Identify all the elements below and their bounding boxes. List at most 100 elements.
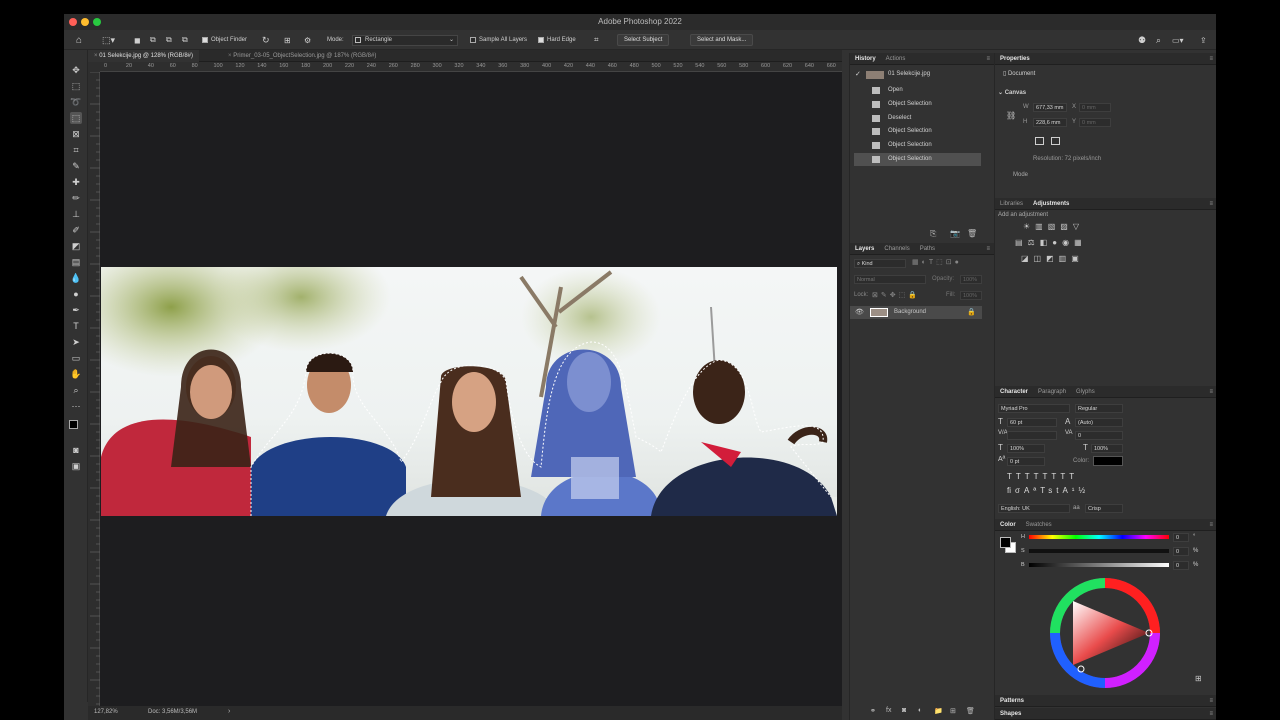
share-workspace-icon[interactable]: ⚉ — [1138, 30, 1146, 50]
brush-tool-icon[interactable]: ✏ — [70, 192, 82, 204]
document-tab-inactive[interactable]: × Primer_03-05_ObjectSelection.jpg @ 187… — [222, 50, 382, 62]
quick-mask-icon[interactable]: ◙ — [70, 444, 82, 456]
screen-mode-icon[interactable]: ▣ — [70, 460, 82, 472]
path-selection-tool-icon[interactable]: ➤ — [70, 336, 82, 348]
hue-field[interactable]: 0 — [1173, 533, 1189, 542]
history-item[interactable]: Object Selection — [854, 98, 981, 111]
opentype-buttons[interactable]: ﬁσAªTstA¹½ — [1007, 486, 1089, 495]
eyedropper-tool-icon[interactable]: ✎ — [70, 160, 82, 172]
y-field[interactable]: 0 mm — [1079, 118, 1111, 127]
zoom-level[interactable]: 127,82% — [94, 709, 118, 715]
expand-panel-icon[interactable]: ⊞ — [1195, 674, 1202, 683]
fill-field[interactable]: 100% — [960, 291, 982, 300]
text-color-swatch[interactable] — [1093, 456, 1123, 466]
adjustment-icons-row3[interactable]: ◪◫◩▥▣ — [1021, 254, 1084, 263]
tab-glyphs[interactable]: Glyphs — [1071, 389, 1100, 395]
tab-properties[interactable]: Properties — [995, 56, 1035, 62]
hard-edge-checkbox[interactable]: Hard Edge — [538, 30, 576, 50]
healing-brush-tool-icon[interactable]: ✚ — [70, 176, 82, 188]
object-selection-tool-preset-icon[interactable]: ⬚▾ — [102, 30, 115, 50]
panel-menu-icon[interactable]: ≡ — [986, 56, 990, 62]
gear-icon[interactable]: ⚙ — [304, 30, 311, 50]
language-select[interactable]: English: UK — [998, 504, 1070, 513]
lasso-tool-icon[interactable]: ➰ — [70, 96, 82, 108]
eraser-tool-icon[interactable]: ◩ — [70, 240, 82, 252]
trash-icon[interactable]: 🗑 — [966, 707, 975, 715]
history-item[interactable]: Object Selection — [854, 125, 981, 138]
anti-alias-select[interactable]: Crisp — [1085, 504, 1123, 513]
tab-character[interactable]: Character — [995, 389, 1033, 395]
font-size-field[interactable]: 60 pt — [1007, 418, 1057, 427]
rectangle-tool-icon[interactable]: ▭ — [70, 352, 82, 364]
photo-people-group[interactable] — [101, 267, 837, 516]
search-icon[interactable]: ⌕ — [1156, 30, 1161, 50]
x-field[interactable]: 0 mm — [1079, 103, 1111, 112]
panel-menu-icon[interactable]: ≡ — [1209, 711, 1213, 717]
horizontal-scale-field[interactable]: 100% — [1091, 444, 1123, 453]
refresh-icon[interactable]: ↻ — [262, 30, 270, 50]
layer-row-background[interactable]: 👁 Background 🔒 — [850, 306, 982, 319]
frame-tool-icon[interactable]: ⊠ — [70, 128, 82, 140]
brightness-slider[interactable] — [1029, 563, 1169, 567]
portrait-orientation-icon[interactable] — [1035, 137, 1044, 145]
panel-menu-icon[interactable]: ≡ — [1209, 56, 1213, 62]
brush-source-icon[interactable]: ✓ — [855, 68, 861, 81]
link-layers-icon[interactable]: ⚭ — [870, 707, 876, 715]
tab-shapes[interactable]: Shapes — [995, 711, 1026, 717]
object-selection-tool-icon[interactable]: ⬚ — [70, 112, 82, 124]
canvas-section[interactable]: ⌄ Canvas — [998, 89, 1026, 96]
lock-icons[interactable]: ⊠✎✥⬚🔒 — [872, 291, 920, 299]
tracking-field[interactable]: 0 — [1075, 431, 1123, 440]
color-wheel[interactable] — [1049, 577, 1161, 689]
share-icon[interactable]: ⇪ — [1200, 30, 1207, 50]
adjustment-icons-row2[interactable]: ▤⚖◧●◉▦ — [1015, 238, 1087, 247]
tab-paths[interactable]: Paths — [915, 246, 940, 252]
saturation-slider[interactable] — [1029, 549, 1169, 553]
vertical-scale-field[interactable]: 100% — [1007, 444, 1045, 453]
panel-menu-icon[interactable]: ≡ — [1209, 522, 1213, 528]
eye-icon[interactable]: 👁 — [855, 308, 864, 316]
new-group-icon[interactable]: 📁 — [934, 707, 943, 715]
tab-adjustments[interactable]: Adjustments — [1028, 201, 1074, 207]
new-document-from-state-icon[interactable]: ⎘ — [930, 229, 936, 239]
history-item[interactable]: Open — [854, 84, 981, 97]
width-field[interactable]: 677,33 mm — [1033, 103, 1067, 112]
camera-icon[interactable]: 📷 — [950, 229, 960, 238]
sample-all-layers-checkbox[interactable]: Sample All Layers — [470, 30, 527, 50]
clone-stamp-tool-icon[interactable]: ⊥ — [70, 208, 82, 220]
crop-tool-icon[interactable]: ⌗ — [70, 144, 82, 156]
history-item[interactable]: Deselect — [854, 112, 981, 125]
kerning-field[interactable] — [1007, 431, 1057, 440]
tab-actions[interactable]: Actions — [881, 56, 911, 62]
hand-tool-icon[interactable]: ✋ — [70, 368, 82, 380]
canvas[interactable] — [100, 72, 842, 706]
blend-mode-select[interactable]: Normal — [854, 275, 926, 284]
enhance-edge-icon[interactable]: ⌗ — [594, 30, 599, 50]
zoom-tool-icon[interactable]: ⌕ — [70, 384, 82, 396]
minimize-window-button[interactable] — [81, 18, 89, 26]
blur-tool-icon[interactable]: 💧 — [70, 272, 82, 284]
close-tab-icon[interactable]: × — [228, 53, 232, 59]
close-window-button[interactable] — [69, 18, 77, 26]
pen-tool-icon[interactable]: ✒ — [70, 304, 82, 316]
history-snapshot[interactable]: ✓ 01 Selekcije.jpg — [854, 68, 981, 81]
saturation-field[interactable]: 0 — [1173, 547, 1189, 556]
panel-menu-icon[interactable]: ≡ — [1209, 389, 1213, 395]
layer-filter-kind[interactable]: ⌕ Kind — [854, 259, 906, 268]
intersect-selection-icon[interactable]: ⧉ — [182, 30, 188, 50]
select-and-mask-button[interactable]: Select and Mask... — [690, 34, 754, 46]
add-to-selection-icon[interactable]: ⧉ — [150, 30, 156, 50]
chevron-right-icon[interactable]: › — [228, 708, 230, 715]
home-icon[interactable]: ⌂ — [76, 30, 82, 50]
fx-icon[interactable]: fx — [886, 707, 891, 714]
mode-select[interactable]: Rectangle ⌄ — [352, 30, 458, 50]
trash-icon[interactable]: 🗑 — [967, 229, 977, 238]
close-tab-icon[interactable]: × — [94, 53, 98, 59]
font-family-select[interactable]: Myriad Pro — [998, 404, 1070, 413]
tab-paragraph[interactable]: Paragraph — [1033, 389, 1071, 395]
history-item[interactable]: Object Selection — [854, 153, 981, 166]
document-tab-active[interactable]: × 01 Selekcije.jpg @ 128% (RGB/8#) — [88, 50, 199, 62]
select-subject-button[interactable]: Select Subject — [617, 34, 670, 46]
brightness-field[interactable]: 0 — [1173, 561, 1189, 570]
tab-patterns[interactable]: Patterns — [995, 698, 1029, 704]
